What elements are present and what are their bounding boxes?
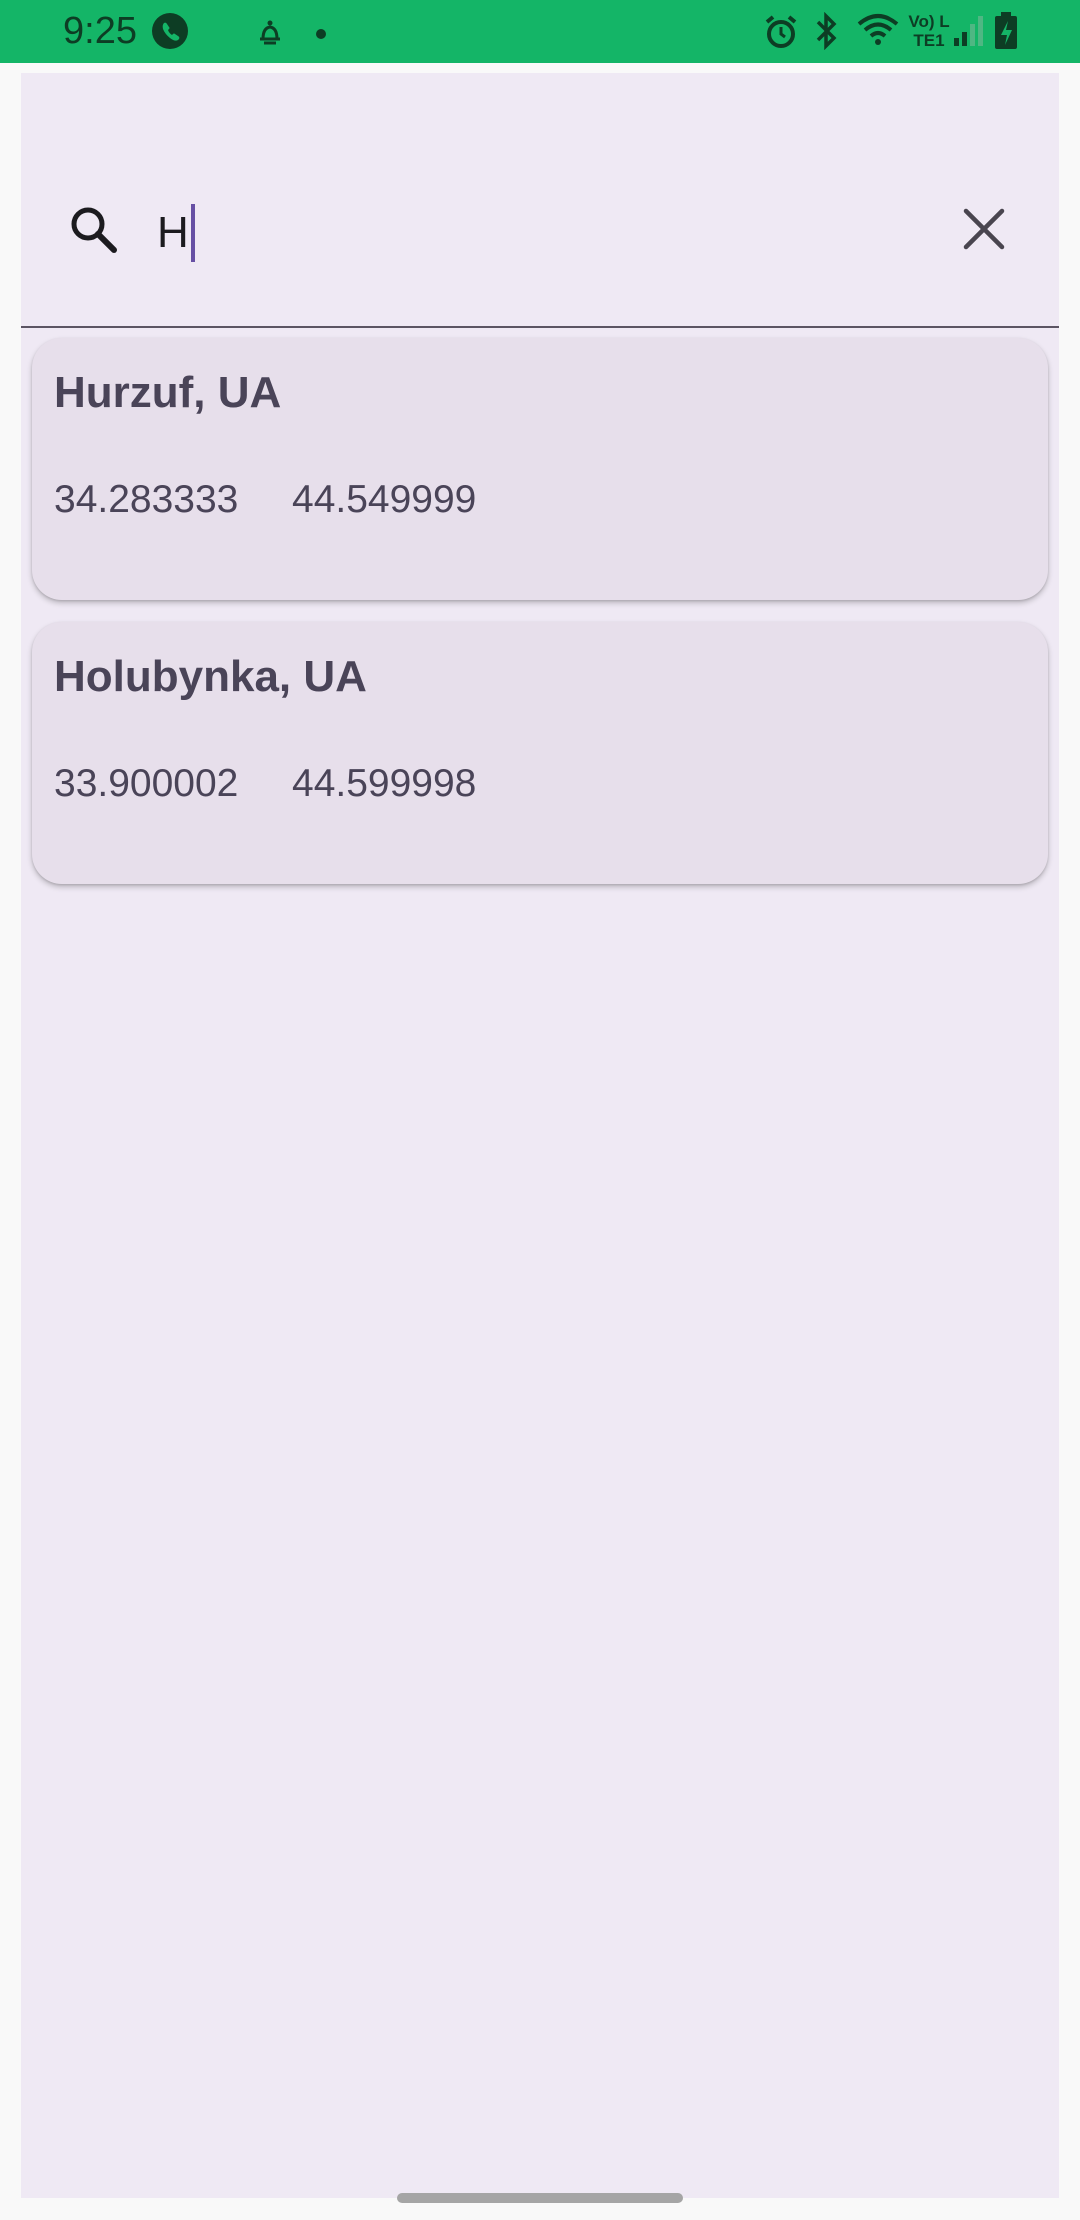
result-latitude: 44.599998 — [292, 762, 477, 805]
close-icon — [962, 207, 1006, 256]
search-icon — [68, 204, 120, 256]
home-indicator[interactable] — [397, 2193, 683, 2203]
wifi-icon — [857, 12, 899, 53]
result-title: Hurzuf, UA — [54, 368, 282, 417]
search-query: H — [157, 208, 189, 257]
result-title: Holubynka, UA — [54, 652, 367, 701]
battery-charging-icon — [994, 12, 1018, 55]
result-card-holubynka[interactable]: Holubynka, UA 33.900002 44.599998 — [32, 622, 1048, 884]
result-longitude: 34.283333 — [54, 478, 239, 521]
bluetooth-icon — [813, 11, 841, 55]
result-longitude: 33.900002 — [54, 762, 239, 805]
result-coordinates: 33.900002 44.599998 — [54, 762, 476, 806]
search-input[interactable]: H — [157, 204, 195, 262]
result-coordinates: 34.283333 44.549999 — [54, 478, 476, 522]
clear-search-button[interactable] — [950, 197, 1018, 265]
dot-icon — [316, 26, 326, 44]
result-latitude: 44.549999 — [292, 478, 477, 521]
notification-bell-icon — [254, 17, 286, 52]
alarm-icon — [764, 14, 798, 55]
signal-icon — [952, 14, 984, 53]
result-card-hurzuf[interactable]: Hurzuf, UA 34.283333 44.549999 — [32, 338, 1048, 600]
status-bar: 9:25 Vo) LTE1 — [0, 0, 1080, 63]
phone-call-icon — [152, 13, 188, 54]
search-screen: H Hurzuf, UA 34.283333 44.549999 Holubynk… — [21, 73, 1059, 2198]
status-time: 9:25 — [63, 10, 137, 52]
search-bar: H — [21, 73, 1059, 328]
text-caret — [190, 204, 195, 262]
network-type-label: Vo) LTE1 — [908, 12, 950, 50]
